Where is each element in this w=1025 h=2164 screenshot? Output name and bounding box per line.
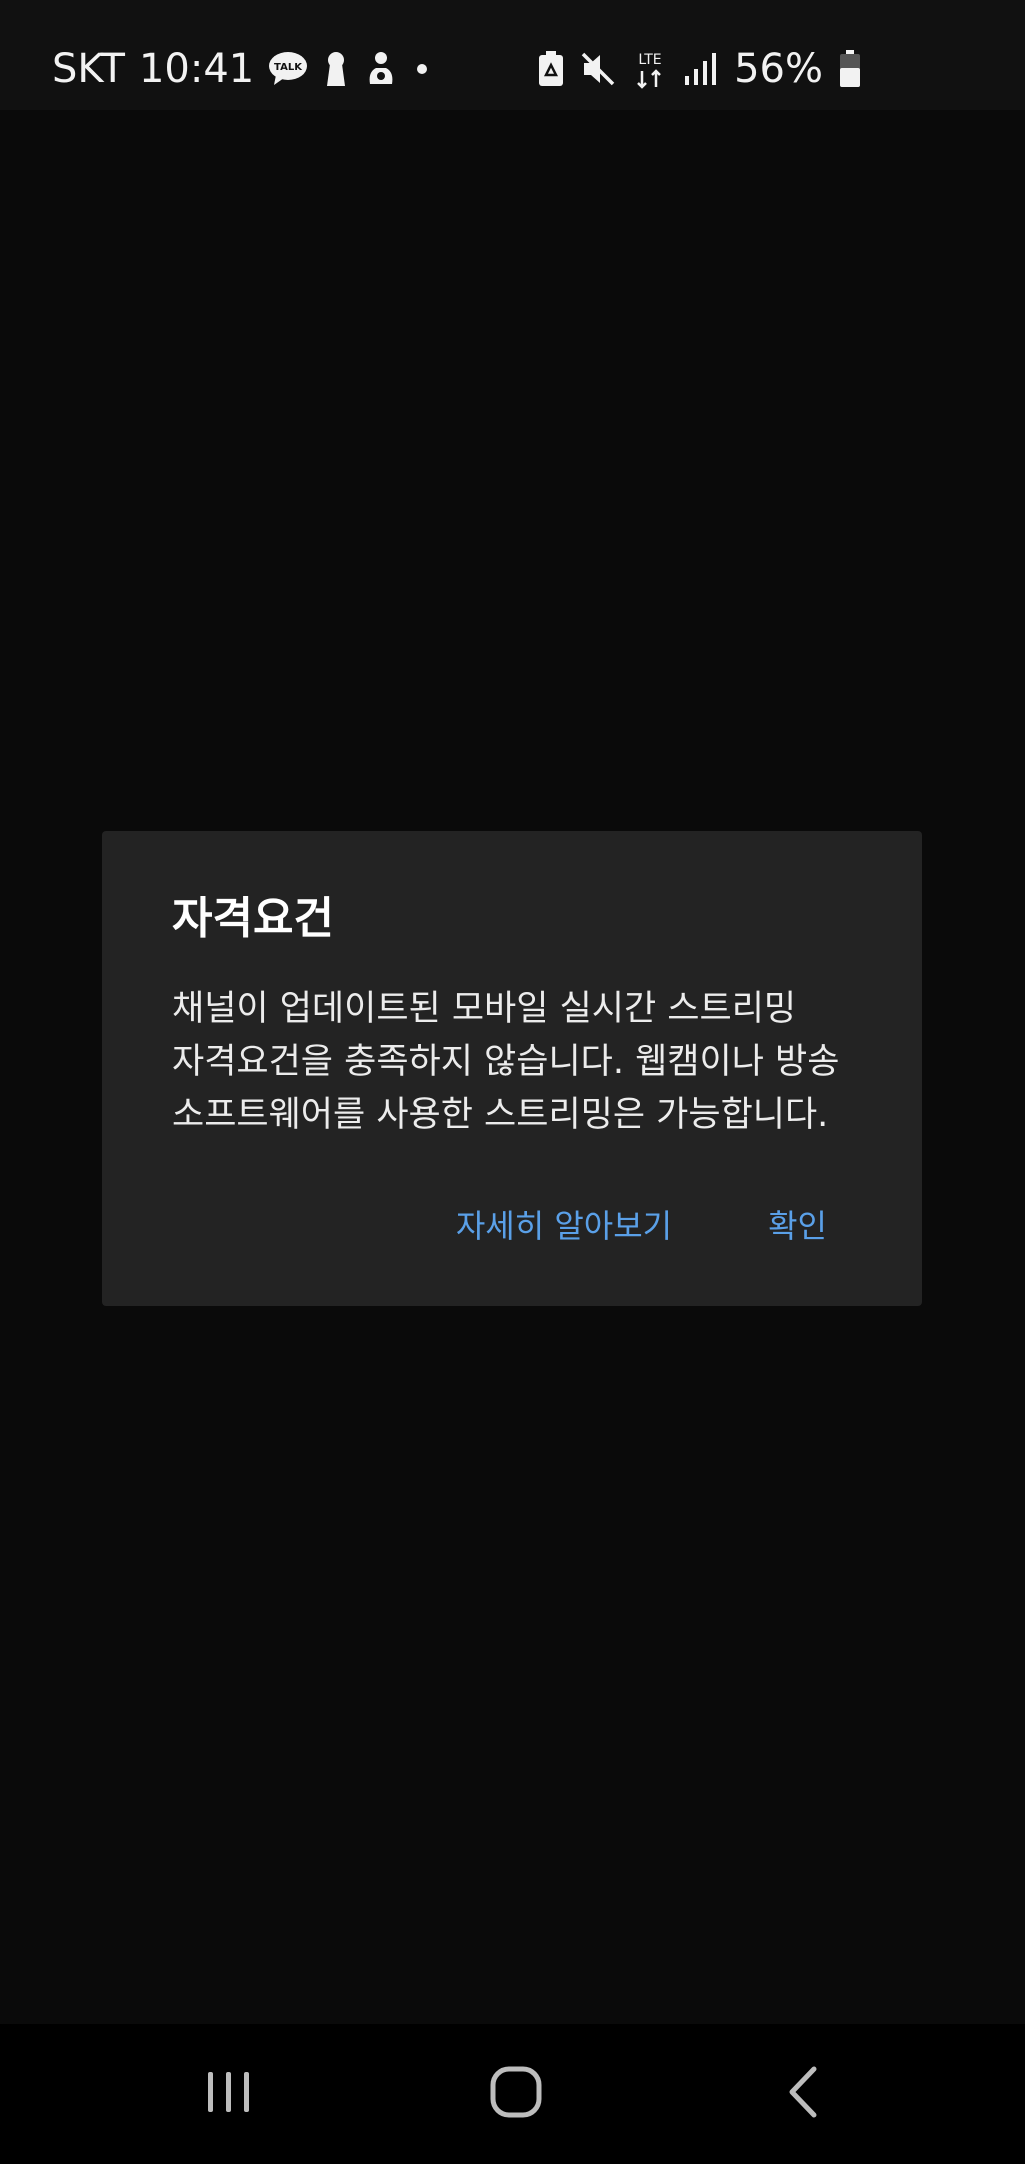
kakaotalk-icon: TALK (268, 51, 308, 87)
battery-saver-icon (538, 51, 564, 87)
recent-apps-button[interactable] (169, 2054, 289, 2134)
back-button[interactable] (744, 2054, 864, 2134)
clock: 10:41 (138, 46, 255, 92)
keyhole-icon (322, 50, 350, 88)
status-bar: SKT 10:41 TALK LTE 56% (0, 0, 1025, 110)
ok-button[interactable]: 확인 (768, 1201, 827, 1251)
battery-percent: 56% (734, 46, 823, 92)
learn-more-button[interactable]: 자세히 알아보기 (456, 1201, 672, 1251)
carrier-label: SKT (52, 46, 125, 92)
network-label: LTE (638, 52, 661, 68)
lte-icon: LTE (632, 49, 668, 89)
baby-icon (364, 50, 398, 88)
recent-apps-icon (204, 2067, 254, 2121)
talk-badge-text: TALK (274, 62, 303, 73)
screen: SKT 10:41 TALK LTE 56% 자격요건 채널이 업데이트된 모바… (0, 0, 1025, 2164)
dialog-message-line: 소프트웨어를 사용한 스트리밍은 가능합니다. (172, 1095, 829, 1135)
dot-icon (412, 59, 432, 79)
dialog-message-line: 채널이 업데이트된 모바일 실시간 스트리밍 (172, 989, 797, 1029)
dialog-actions: 자세히 알아보기 확인 (456, 1201, 827, 1251)
mute-icon (580, 51, 616, 87)
battery-icon (839, 50, 861, 88)
eligibility-dialog: 자격요건 채널이 업데이트된 모바일 실시간 스트리밍 자격요건을 충족하지 않… (102, 831, 922, 1306)
dialog-title: 자격요건 (172, 893, 334, 944)
status-bar-left: SKT 10:41 TALK (52, 44, 432, 94)
signal-icon (684, 52, 718, 86)
dialog-message-line: 자격요건을 충족하지 않습니다. 웹캠이나 방송 (172, 1042, 840, 1082)
home-button[interactable] (456, 2054, 576, 2134)
navigation-bar (0, 2024, 1025, 2164)
dialog-message: 채널이 업데이트된 모바일 실시간 스트리밍 자격요건을 충족하지 않습니다. … (172, 983, 872, 1142)
back-icon (784, 2065, 824, 2123)
home-icon (488, 2064, 544, 2124)
status-bar-right: LTE 56% (538, 44, 861, 94)
